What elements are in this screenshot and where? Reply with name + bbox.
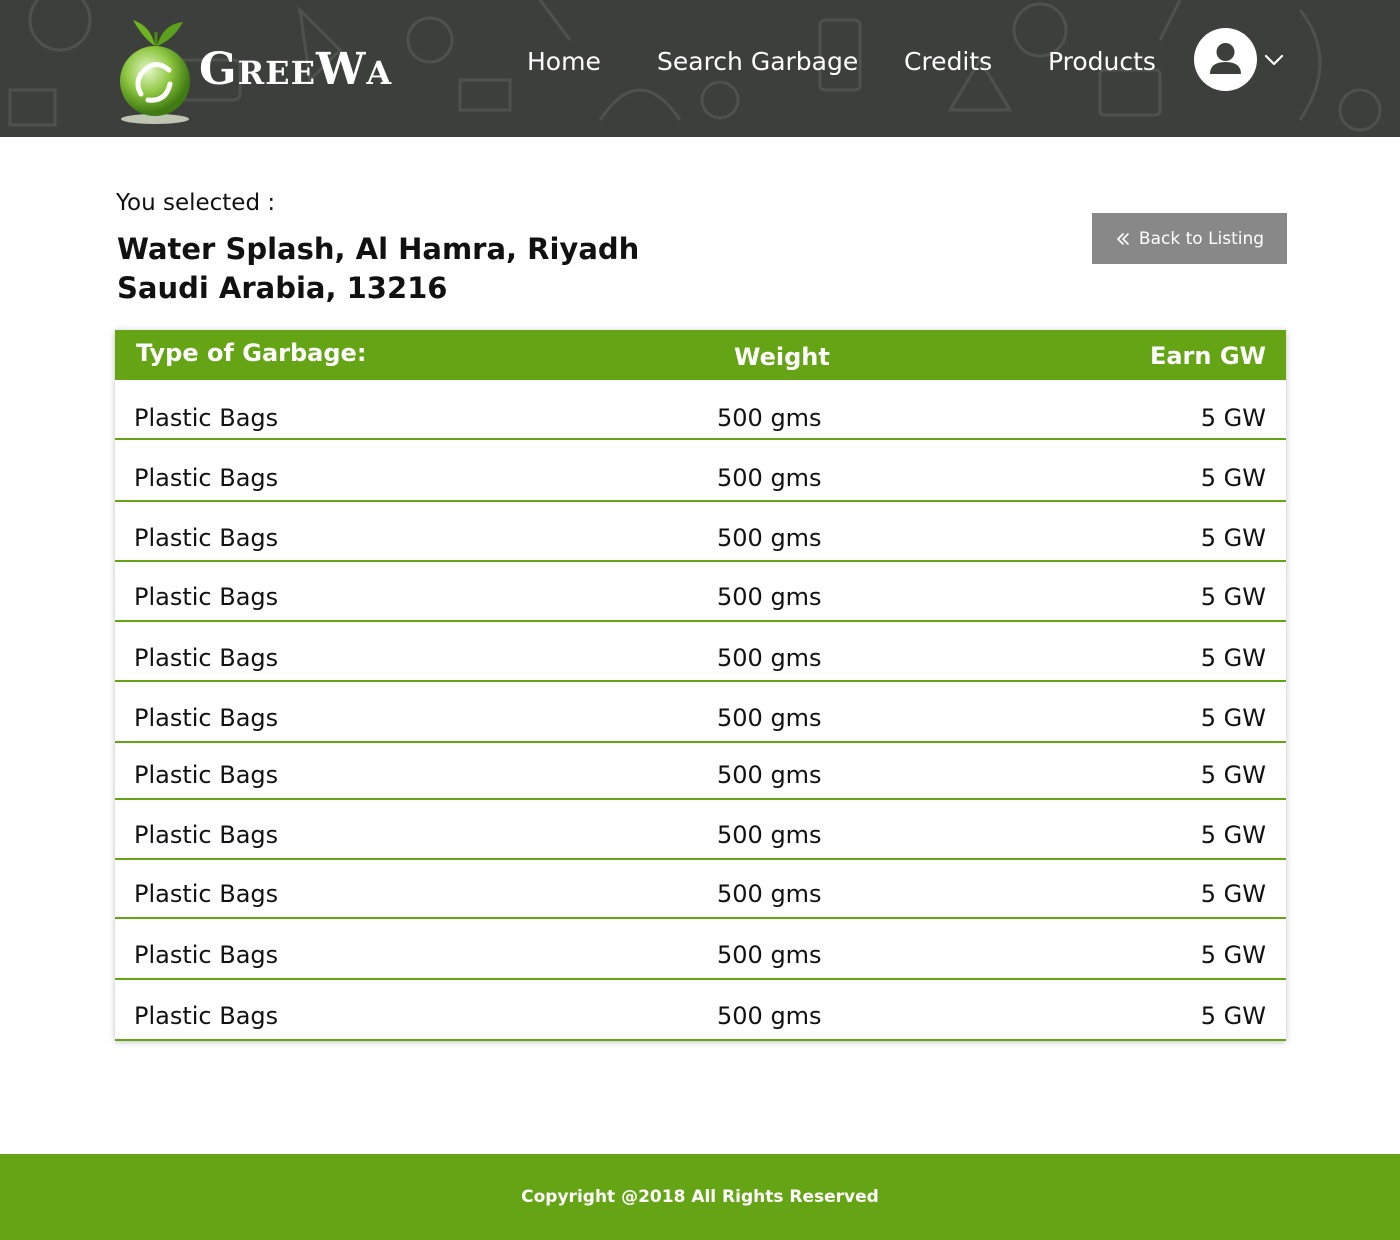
cell-earn: 5 GW xyxy=(1200,404,1266,432)
cell-type: Plastic Bags xyxy=(134,524,279,552)
chevron-down-icon[interactable] xyxy=(1264,50,1284,70)
cell-type: Plastic Bags xyxy=(134,1002,279,1030)
cell-type: Plastic Bags xyxy=(134,583,279,611)
table-row: Plastic Bags 500 gms 5 GW xyxy=(115,919,1286,980)
cell-weight: 500 gms xyxy=(717,941,822,969)
table-row: Plastic Bags 500 gms 5 GW xyxy=(115,980,1286,1041)
cell-weight: 500 gms xyxy=(717,644,822,672)
cell-earn: 5 GW xyxy=(1200,821,1266,849)
cell-earn: 5 GW xyxy=(1200,761,1266,789)
back-to-listing-button[interactable]: Back to Listing xyxy=(1092,213,1287,264)
table-row: Plastic Bags 500 gms 5 GW xyxy=(115,860,1286,919)
selection-label: You selected : xyxy=(116,190,276,216)
cell-earn: 5 GW xyxy=(1200,583,1266,611)
cell-type: Plastic Bags xyxy=(134,464,279,492)
table-row: Plastic Bags 500 gms 5 GW xyxy=(115,800,1286,860)
nav-item-products[interactable]: Products xyxy=(1048,44,1156,80)
table-row: Plastic Bags 500 gms 5 GW xyxy=(115,380,1286,440)
table-row: Plastic Bags 500 gms 5 GW xyxy=(115,502,1286,562)
table-row: Plastic Bags 500 gms 5 GW xyxy=(115,622,1286,682)
cell-earn: 5 GW xyxy=(1200,880,1266,908)
table-row: Plastic Bags 500 gms 5 GW xyxy=(115,683,1286,743)
cell-weight: 500 gms xyxy=(717,404,822,432)
cell-weight: 500 gms xyxy=(717,583,822,611)
table-row: Plastic Bags 500 gms 5 GW xyxy=(115,743,1286,800)
cell-weight: 500 gms xyxy=(717,704,822,732)
cell-type: Plastic Bags xyxy=(134,941,279,969)
cell-weight: 500 gms xyxy=(717,880,822,908)
cell-type: Plastic Bags xyxy=(134,821,279,849)
cell-type: Plastic Bags xyxy=(134,404,279,432)
header-earn: Earn GW xyxy=(1149,342,1266,370)
cell-earn: 5 GW xyxy=(1200,644,1266,672)
selected-address: Water Splash, Al Hamra, Riyadh Saudi Ara… xyxy=(117,230,639,308)
recycle-globe-icon xyxy=(120,20,190,124)
table-row: Plastic Bags 500 gms 5 GW xyxy=(115,442,1286,502)
header-weight: Weight xyxy=(734,343,830,371)
page-footer: Copyright @2018 All Rights Reserved xyxy=(0,1154,1400,1240)
header-type: Type of Garbage: xyxy=(136,339,367,367)
table-header: Type of Garbage: Weight Earn GW xyxy=(115,330,1286,380)
cell-weight: 500 gms xyxy=(717,524,822,552)
user-icon xyxy=(1210,43,1241,74)
nav-item-home[interactable]: Home xyxy=(527,44,601,80)
cell-earn: 5 GW xyxy=(1200,1002,1266,1030)
cell-type: Plastic Bags xyxy=(134,704,279,732)
address-line-1: Water Splash, Al Hamra, Riyadh xyxy=(117,232,640,266)
cell-type: Plastic Bags xyxy=(134,761,279,789)
cell-weight: 500 gms xyxy=(717,761,822,789)
user-avatar-button[interactable] xyxy=(1194,28,1257,91)
cell-earn: 5 GW xyxy=(1200,464,1266,492)
cell-earn: 5 GW xyxy=(1200,524,1266,552)
cell-earn: 5 GW xyxy=(1200,941,1266,969)
brand-wordmark: GREEWA xyxy=(199,44,393,95)
cell-type: Plastic Bags xyxy=(134,644,279,672)
nav-item-search-garbage[interactable]: Search Garbage xyxy=(657,44,858,80)
greewa-logo[interactable]: GREEWA xyxy=(115,6,415,126)
cell-weight: 500 gms xyxy=(717,1002,822,1030)
garbage-table: Type of Garbage: Weight Earn GW Plastic … xyxy=(115,330,1286,1041)
cell-type: Plastic Bags xyxy=(134,880,279,908)
top-navbar: GREEWA Home Search Garbage Credits Produ… xyxy=(0,0,1400,137)
address-line-2: Saudi Arabia, 13216 xyxy=(117,271,448,305)
back-to-listing-label: Back to Listing xyxy=(1138,228,1265,249)
cell-weight: 500 gms xyxy=(717,464,822,492)
cell-weight: 500 gms xyxy=(717,821,822,849)
cell-earn: 5 GW xyxy=(1200,704,1266,732)
nav-item-credits[interactable]: Credits xyxy=(904,44,992,80)
table-row: Plastic Bags 500 gms 5 GW xyxy=(115,562,1286,622)
double-chevron-left-icon xyxy=(1117,232,1129,245)
copyright-text: Copyright @2018 All Rights Reserved xyxy=(521,1187,879,1207)
